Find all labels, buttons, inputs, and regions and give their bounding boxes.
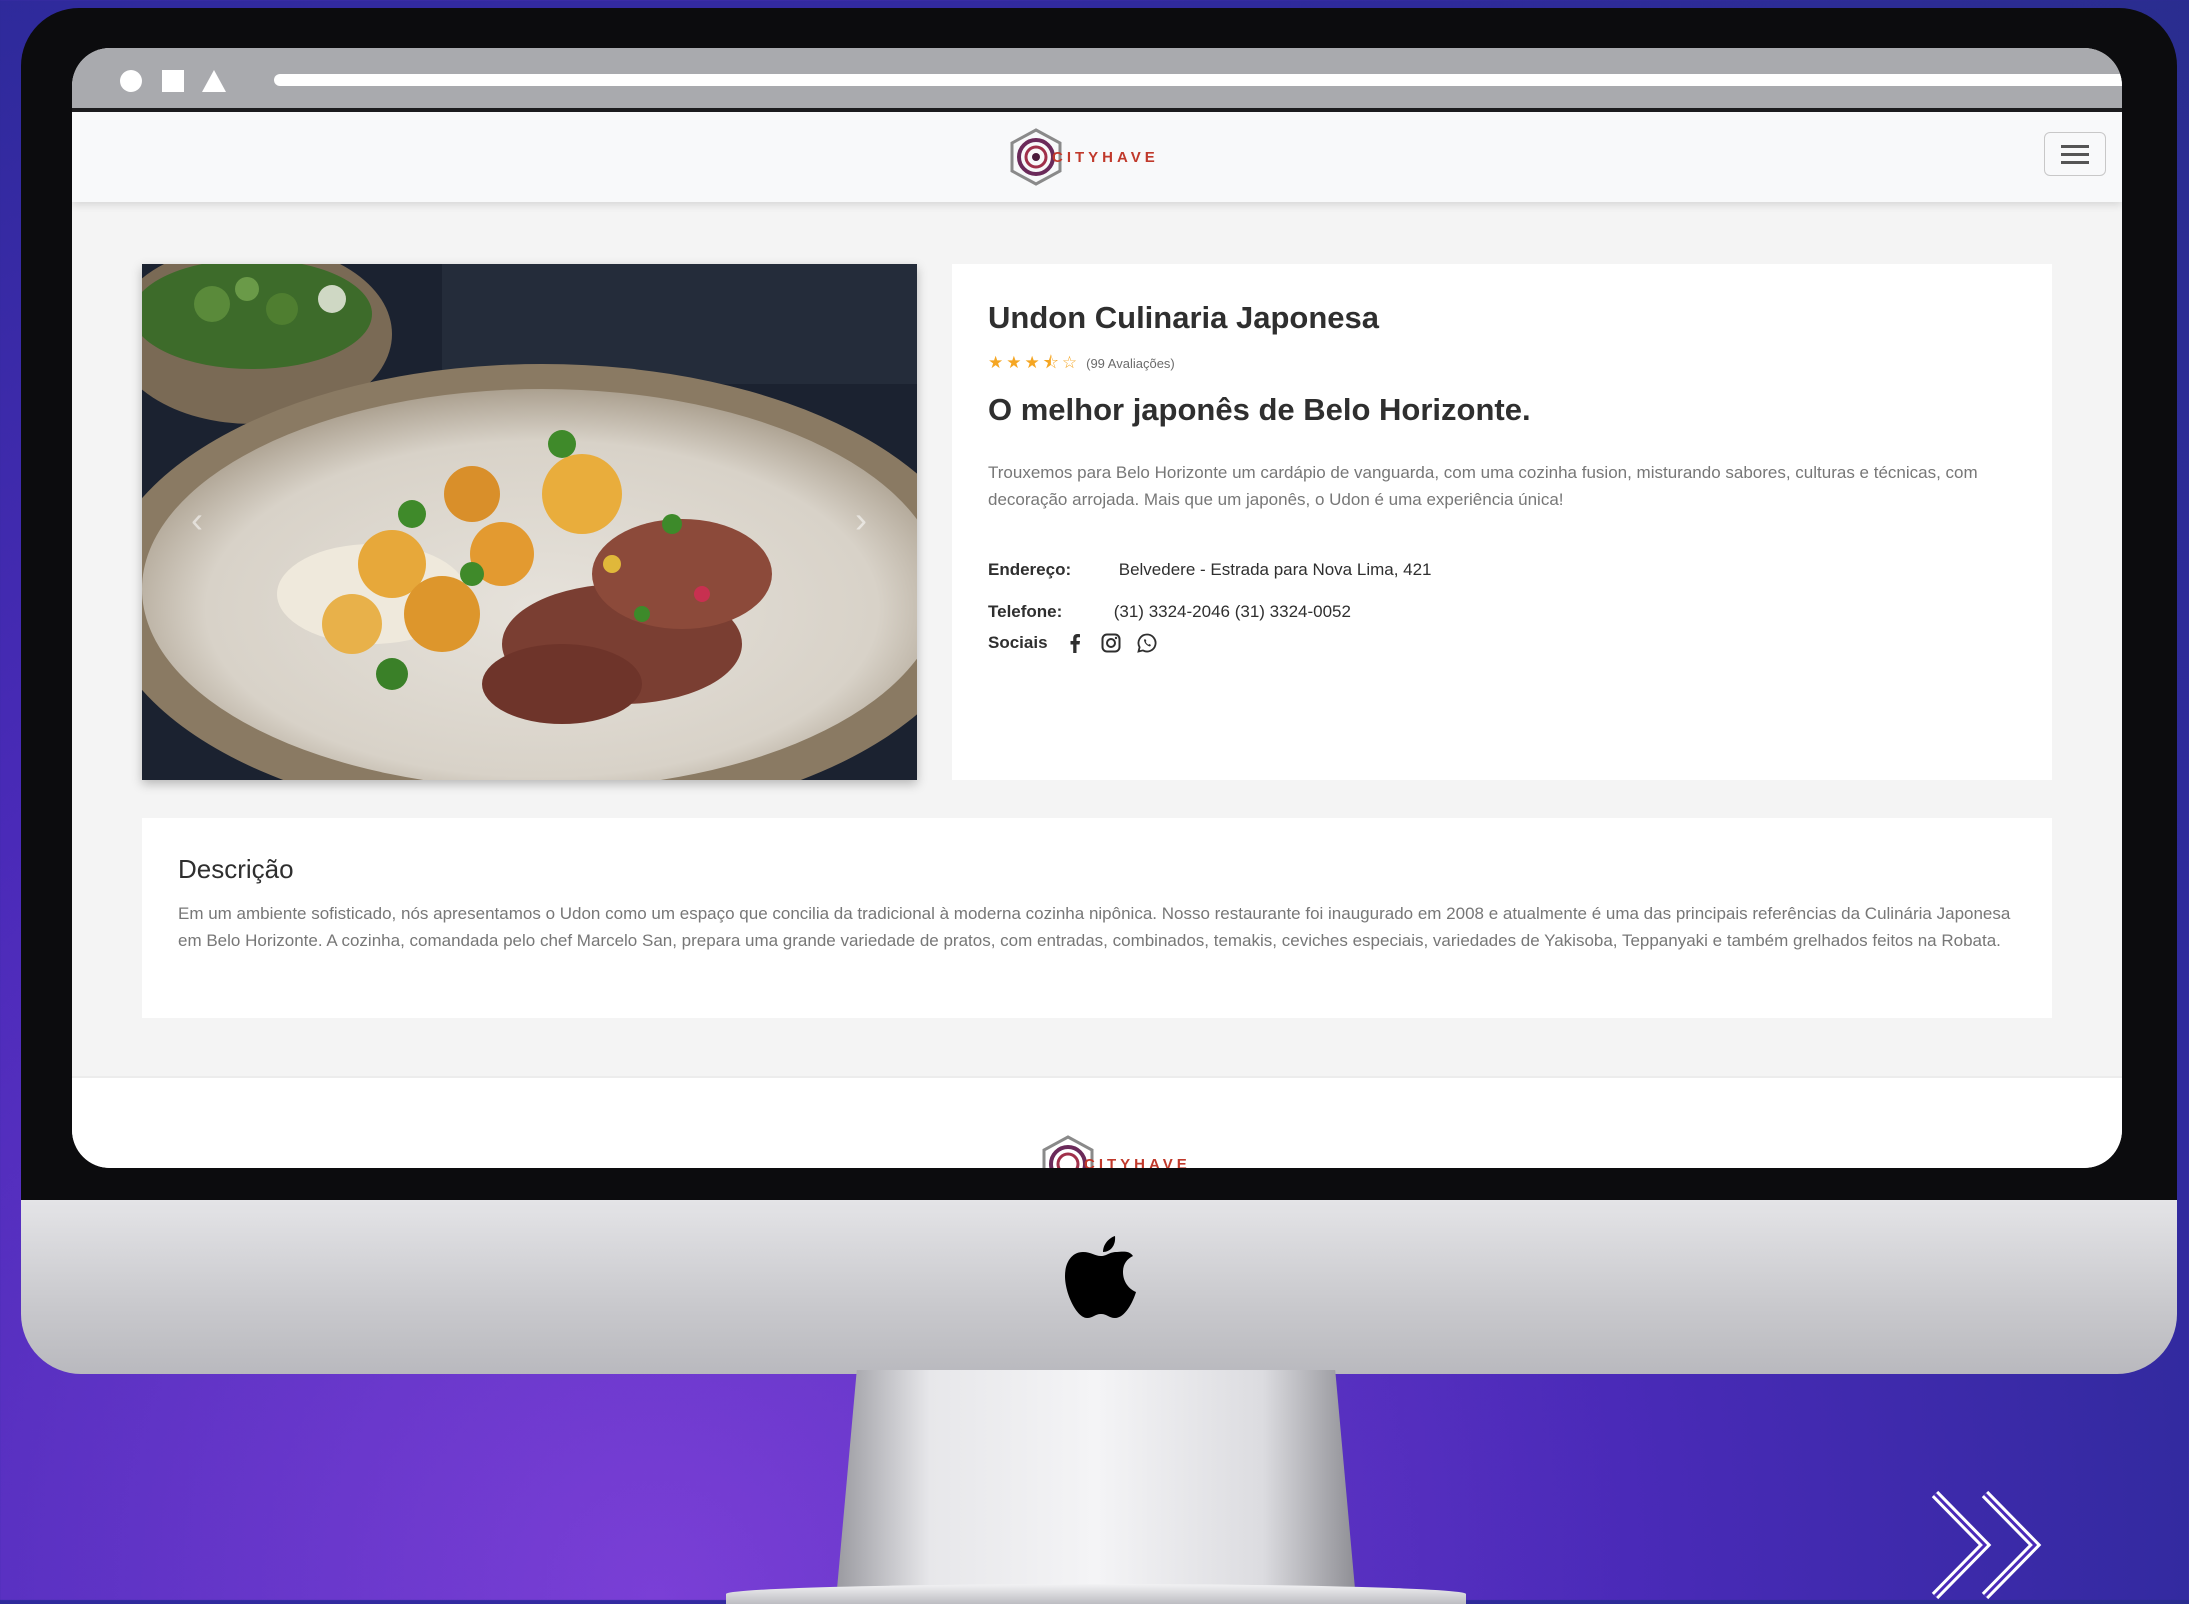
star-full-icon: ★ bbox=[1006, 353, 1022, 372]
double-chevron-right-icon bbox=[1931, 1490, 2042, 1600]
description-card: Descrição Em um ambiente sofisticado, nó… bbox=[142, 818, 2052, 1018]
window-triangle-icon bbox=[202, 70, 226, 92]
phone-label: Telefone: bbox=[988, 602, 1063, 621]
footer-logo[interactable]: CITYHAVE bbox=[1038, 1134, 1191, 1168]
star-rating: ★ ★ ★ ⯪ ☆ (99 Avaliações) bbox=[988, 354, 1175, 372]
restaurant-info-card: Undon Culinaria Japonesa ★ ★ ★ ⯪ ☆ (99 A… bbox=[952, 264, 2052, 780]
hamburger-icon-bar bbox=[2061, 153, 2089, 156]
food-dish-image bbox=[142, 264, 917, 780]
socials-label: Sociais bbox=[988, 633, 1048, 652]
window-square-icon bbox=[162, 70, 184, 92]
navbar: CITYHAVE bbox=[72, 112, 2122, 202]
restaurant-about: Trouxemos para Belo Horizonte um cardápi… bbox=[988, 463, 1978, 509]
star-half-icon: ⯪ bbox=[1042, 353, 1059, 372]
apple-logo-icon bbox=[1065, 1236, 1136, 1318]
description-text: Em um ambiente sofisticado, nós apresent… bbox=[178, 904, 2011, 950]
footer: CITYHAVE bbox=[72, 1076, 2122, 1168]
restaurant-name: Undon Culinaria Japonesa bbox=[988, 300, 1380, 335]
menu-toggle-button[interactable] bbox=[2044, 132, 2106, 176]
hamburger-icon-bar bbox=[2061, 161, 2089, 164]
browser-bar bbox=[72, 48, 2122, 112]
carousel-next-button[interactable]: › bbox=[846, 500, 876, 540]
monitor-stand bbox=[836, 1370, 1356, 1600]
address-bar[interactable] bbox=[274, 74, 2122, 86]
phone-row: Telefone: (31) 3324-2046 (31) 3324-0052 bbox=[988, 602, 1351, 622]
socials-row: Sociais bbox=[988, 632, 1172, 654]
screen: CITYHAVE ‹ › Undon Culinaria Japonesa ★ … bbox=[72, 48, 2122, 1168]
brand-logo[interactable]: CITYHAVE bbox=[1006, 122, 1159, 192]
address-row: Endereço: Belvedere - Estrada para Nova … bbox=[988, 560, 1432, 580]
reviews-count[interactable]: (99 Avaliações) bbox=[1086, 356, 1175, 371]
window-circle-icon bbox=[120, 70, 142, 92]
facebook-icon[interactable] bbox=[1064, 632, 1086, 654]
star-full-icon: ★ bbox=[988, 353, 1004, 372]
star-full-icon: ★ bbox=[1024, 353, 1040, 372]
restaurant-image-carousel: ‹ › bbox=[142, 264, 917, 780]
address-label: Endereço: bbox=[988, 560, 1072, 579]
restaurant-tagline: O melhor japonês de Belo Horizonte. bbox=[988, 392, 1531, 427]
description-title: Descrição bbox=[178, 854, 294, 884]
monitor-stand-base bbox=[726, 1584, 1466, 1604]
instagram-icon[interactable] bbox=[1100, 632, 1122, 654]
carousel-prev-button[interactable]: ‹ bbox=[182, 500, 212, 540]
hamburger-icon bbox=[2061, 145, 2089, 148]
footer-brand-text: CITYHAVE bbox=[1084, 1155, 1191, 1169]
address-value: Belvedere - Estrada para Nova Lima, 421 bbox=[1118, 560, 1432, 579]
star-empty-icon: ☆ bbox=[1061, 353, 1078, 372]
brand-text: CITYHAVE bbox=[1052, 148, 1159, 166]
phone-value: (31) 3324-2046 (31) 3324-0052 bbox=[1113, 602, 1351, 621]
whatsapp-icon[interactable] bbox=[1136, 632, 1158, 654]
